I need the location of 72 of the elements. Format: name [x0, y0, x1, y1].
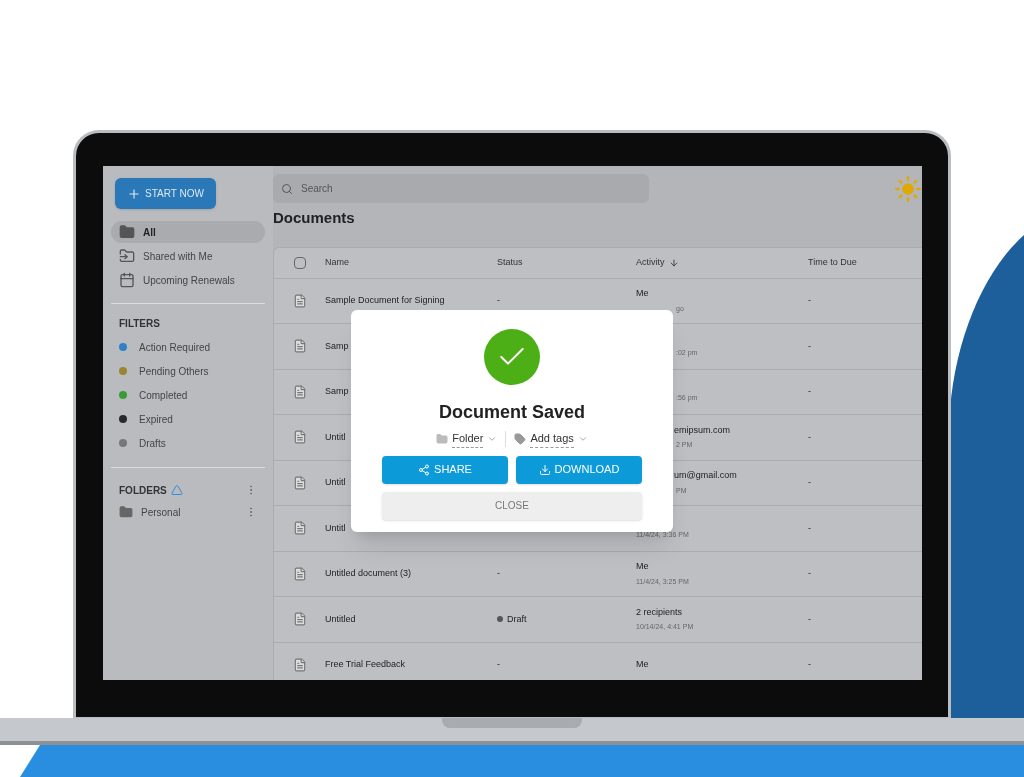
activity-actor: emipsum.com: [674, 423, 731, 437]
time-to-due: -: [808, 568, 811, 578]
sidebar-nav-item[interactable]: Upcoming Renewals: [111, 269, 265, 291]
document-icon: [292, 430, 307, 445]
time-to-due: -: [808, 659, 811, 669]
status-text: -: [497, 567, 500, 580]
document-name[interactable]: Untitl: [325, 477, 346, 487]
activity-actor: 2 recipients: [636, 605, 684, 619]
share-icon: [418, 463, 431, 476]
column-header[interactable]: Time to Due: [808, 255, 857, 270]
calendar-icon: [119, 272, 135, 288]
folder-icon: [119, 505, 133, 519]
status-text: Draft: [507, 612, 527, 626]
download-icon: [538, 463, 551, 476]
document-icon: [292, 612, 307, 627]
filter-item[interactable]: Drafts: [111, 431, 265, 455]
document-name[interactable]: Untitl: [325, 431, 346, 442]
document-name[interactable]: Untitled document (3): [325, 568, 412, 578]
document-icon: [292, 339, 307, 354]
filter-item[interactable]: Expired: [111, 407, 265, 431]
document-name[interactable]: Samp: [325, 340, 349, 351]
tag-icon: [514, 432, 527, 445]
start-now-button[interactable]: START NOW: [115, 178, 216, 209]
document-name[interactable]: Sample Document for Signing: [325, 295, 445, 305]
column-header[interactable]: Name: [325, 255, 349, 270]
status-text: -: [497, 294, 500, 307]
dialog-title: Document Saved: [438, 401, 585, 424]
sidebar-nav-item[interactable]: All: [111, 221, 265, 243]
activity-actor: um@gmail.com: [674, 469, 738, 483]
search-icon: [281, 183, 293, 195]
select-all-checkbox[interactable]: [293, 256, 306, 269]
document-icon: [292, 475, 307, 490]
folder-dropdown[interactable]: Folder: [436, 430, 498, 448]
filters-heading: FILTERS: [118, 317, 161, 331]
document-name[interactable]: Untitled: [325, 613, 356, 624]
plus-icon: [127, 186, 141, 201]
document-name[interactable]: Samp: [325, 386, 349, 396]
folder-icon: [119, 224, 135, 240]
filter-item[interactable]: Completed: [111, 383, 265, 407]
time-to-due: -: [808, 295, 811, 305]
close-button[interactable]: CLOSE: [382, 491, 642, 520]
column-header[interactable]: Activity: [636, 255, 665, 270]
activity-actor: Me: [636, 287, 650, 301]
document-icon: [292, 657, 307, 672]
page-title: Documents: [273, 208, 356, 228]
folder-item[interactable]: Personal: [111, 500, 265, 524]
shared-folder-icon: [119, 248, 135, 264]
sidebar-nav-item[interactable]: Shared with Me: [111, 245, 265, 267]
time-to-due: -: [808, 340, 811, 351]
time-to-due: -: [808, 386, 811, 396]
drive-icon: [170, 484, 183, 496]
time-to-due: -: [808, 613, 811, 624]
status-text: -: [497, 658, 500, 671]
document-name[interactable]: Free Trial Feedback: [325, 659, 406, 669]
document-icon: [292, 521, 307, 536]
time-to-due: -: [808, 522, 811, 533]
document-name[interactable]: Untitl: [325, 522, 346, 533]
folders-heading: FOLDERS: [119, 483, 167, 498]
tags-dropdown[interactable]: Add tags: [514, 430, 588, 448]
sort-arrow-icon: [668, 257, 679, 268]
filter-item[interactable]: Action Required: [111, 335, 265, 359]
activity-actor: Me: [636, 658, 650, 671]
search-field[interactable]: Search: [273, 174, 649, 203]
filter-item[interactable]: Pending Others: [111, 359, 265, 383]
activity-actor: Me: [636, 560, 650, 574]
folder-icon: [436, 432, 449, 445]
column-header[interactable]: Status: [497, 255, 523, 270]
document-icon: [292, 384, 307, 399]
time-to-due: -: [808, 431, 811, 442]
document-icon: [292, 566, 307, 581]
time-to-due: -: [808, 477, 811, 487]
document-icon: [292, 293, 307, 308]
